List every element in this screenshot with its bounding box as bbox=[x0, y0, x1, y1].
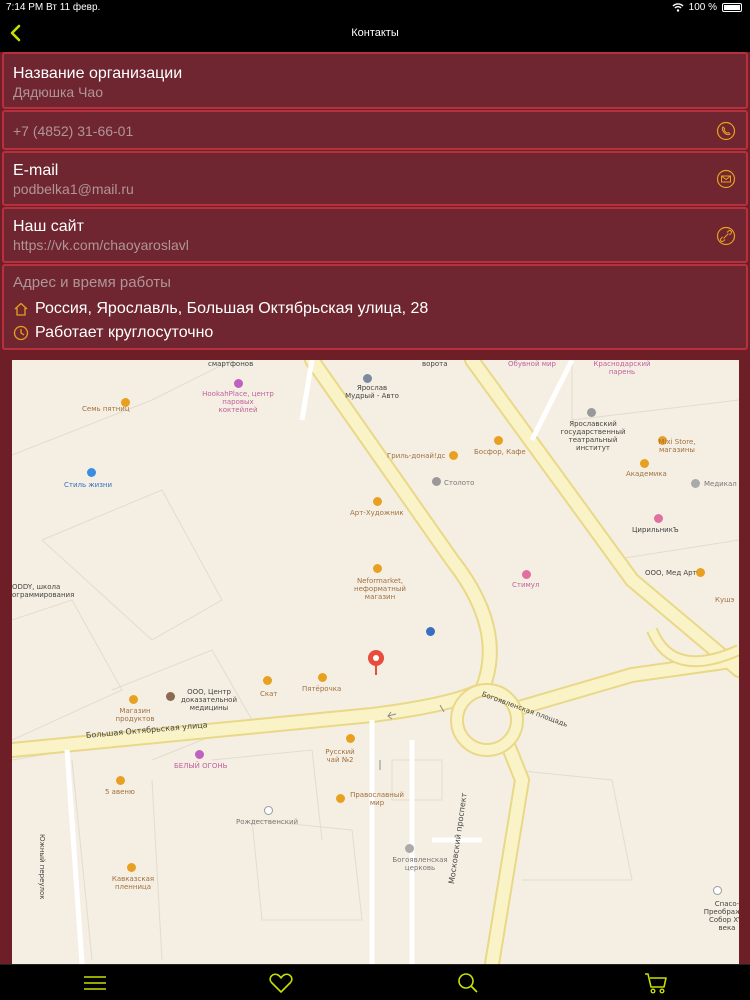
map-label: Пятёрочка bbox=[302, 685, 342, 693]
clock-icon bbox=[13, 325, 29, 341]
poi-icon bbox=[263, 676, 272, 685]
poi-icon bbox=[346, 734, 355, 743]
location-pin-icon[interactable] bbox=[366, 648, 386, 676]
poi-icon bbox=[432, 477, 441, 486]
poi-icon bbox=[449, 451, 458, 460]
wifi-icon bbox=[672, 3, 684, 12]
map-label: Neformarket, неформатный магазин bbox=[354, 577, 406, 601]
map-label: Православный мир bbox=[350, 791, 404, 807]
battery-icon bbox=[722, 3, 742, 12]
map-label: Богоявленская церковь bbox=[392, 856, 448, 872]
cart-icon[interactable] bbox=[643, 971, 669, 995]
map-label: Кавказская пленница bbox=[111, 875, 155, 891]
map-label: Ярослав Мудрый - Авто bbox=[345, 384, 399, 400]
email-label: E-mail bbox=[13, 162, 59, 179]
poi-icon bbox=[336, 794, 345, 803]
map-label: Рождественский bbox=[236, 818, 299, 826]
phone-icon[interactable] bbox=[716, 121, 736, 141]
org-name: Дядюшка Чао bbox=[13, 84, 103, 100]
poi-icon bbox=[234, 379, 243, 388]
map-label: Медикал bbox=[704, 480, 737, 488]
link-icon[interactable] bbox=[716, 226, 736, 246]
site-label: Наш сайт bbox=[13, 218, 84, 235]
status-right: 100 % bbox=[672, 2, 742, 13]
map-label: ЦирильникЪ bbox=[632, 526, 679, 534]
map-label: Ярославский государственный театральный … bbox=[560, 420, 626, 452]
poi-icon bbox=[405, 844, 414, 853]
site-url[interactable]: https://vk.com/chaoyaroslavl bbox=[13, 237, 189, 253]
status-bar: 7:14 PM Вт 11 февр. 100 % bbox=[0, 0, 750, 16]
email-address[interactable]: podbelka1@mail.ru bbox=[13, 181, 134, 197]
map-label: Краснодарский парень bbox=[593, 360, 651, 376]
map-label: ODDY, школа ограммирования bbox=[12, 583, 75, 599]
poi-icon bbox=[127, 863, 136, 872]
map-label: Столото bbox=[444, 479, 475, 487]
map-label: смартфонов bbox=[208, 360, 254, 368]
map-label: Босфор, Кафе bbox=[474, 448, 526, 456]
mail-icon[interactable] bbox=[716, 169, 736, 189]
poi-icon bbox=[640, 459, 649, 468]
map-label: Академика bbox=[626, 470, 667, 478]
map-label: 5 авеню bbox=[105, 788, 135, 796]
org-card: Название организации Дядюшка Чао bbox=[2, 52, 748, 109]
map-label: Обувной мир bbox=[508, 360, 557, 368]
poi-icon bbox=[522, 570, 531, 579]
street-label: Южный переулок bbox=[38, 834, 46, 900]
poi-icon bbox=[318, 673, 327, 682]
email-card[interactable]: E-mail podbelka1@mail.ru bbox=[2, 151, 748, 206]
map-label: ООО, Мед Арт bbox=[645, 569, 697, 577]
map-label: ООО, Центр доказательной медицины bbox=[180, 688, 238, 712]
map-label: Mixi Store, магазины bbox=[658, 438, 696, 454]
poi-icon bbox=[373, 564, 382, 573]
map-view[interactable]: смартфонов HookahPlace, центр паровых ко… bbox=[12, 360, 739, 964]
heart-icon[interactable] bbox=[268, 971, 294, 995]
map-label: Стимул bbox=[512, 581, 540, 589]
poi-icon bbox=[264, 806, 273, 815]
poi-icon bbox=[654, 514, 663, 523]
battery-percent: 100 % bbox=[688, 2, 717, 13]
map-label: ворота bbox=[422, 360, 448, 368]
page-title: Контакты bbox=[351, 27, 399, 39]
map-label: Кушэ bbox=[715, 596, 735, 604]
nav-bar: Контакты bbox=[0, 16, 750, 52]
hours-row: Работает круглосуточно bbox=[13, 324, 213, 342]
address-row: Россия, Ярославль, Большая Октябрьская у… bbox=[13, 300, 428, 318]
site-card[interactable]: Наш сайт https://vk.com/chaoyaroslavl bbox=[2, 207, 748, 263]
map-label: Магазин продуктов bbox=[115, 707, 155, 723]
map-label: БЕЛЫЙ ОГОНЬ bbox=[174, 762, 228, 770]
map-label: Семь пятниц bbox=[82, 405, 130, 413]
address-text: Россия, Ярославль, Большая Октябрьская у… bbox=[35, 300, 429, 317]
org-label: Название организации bbox=[13, 65, 183, 82]
map-label: HookahPlace, центр паровых коктейлей bbox=[202, 390, 274, 414]
poi-icon bbox=[195, 750, 204, 759]
poi-icon bbox=[494, 436, 503, 445]
poi-icon bbox=[116, 776, 125, 785]
map-label: Скат bbox=[260, 690, 278, 698]
phone-number[interactable]: +7 (4852) 31-66-01 bbox=[13, 123, 133, 139]
status-time: 7:14 PM bbox=[6, 2, 44, 13]
poi-icon bbox=[129, 695, 138, 704]
search-icon[interactable] bbox=[455, 971, 481, 995]
poi-icon bbox=[363, 374, 372, 383]
map-label: Арт-Художник bbox=[350, 509, 404, 517]
map-label: Спасо-Преображен Собор XVI века bbox=[703, 900, 739, 932]
poi-icon bbox=[713, 886, 722, 895]
map-label: Гриль-донай!дс bbox=[387, 452, 446, 460]
tab-bar bbox=[0, 964, 750, 1000]
poi-icon bbox=[696, 568, 705, 577]
menu-icon[interactable] bbox=[82, 971, 108, 995]
poi-icon bbox=[87, 468, 96, 477]
home-icon bbox=[14, 302, 28, 316]
poi-icon bbox=[373, 497, 382, 506]
map-label: Стиль жизни bbox=[64, 481, 113, 489]
status-date: Вт 11 февр. bbox=[46, 2, 101, 13]
address-label: Адрес и время работы bbox=[13, 274, 171, 291]
address-card: Адрес и время работы Россия, Ярославль, … bbox=[2, 264, 748, 350]
phone-card[interactable]: +7 (4852) 31-66-01 bbox=[2, 110, 748, 150]
poi-icon bbox=[587, 408, 596, 417]
map-label: Русский чай №2 bbox=[325, 748, 355, 764]
hours-text: Работает круглосуточно bbox=[35, 324, 214, 341]
poi-icon bbox=[691, 479, 700, 488]
poi-icon bbox=[426, 627, 435, 636]
